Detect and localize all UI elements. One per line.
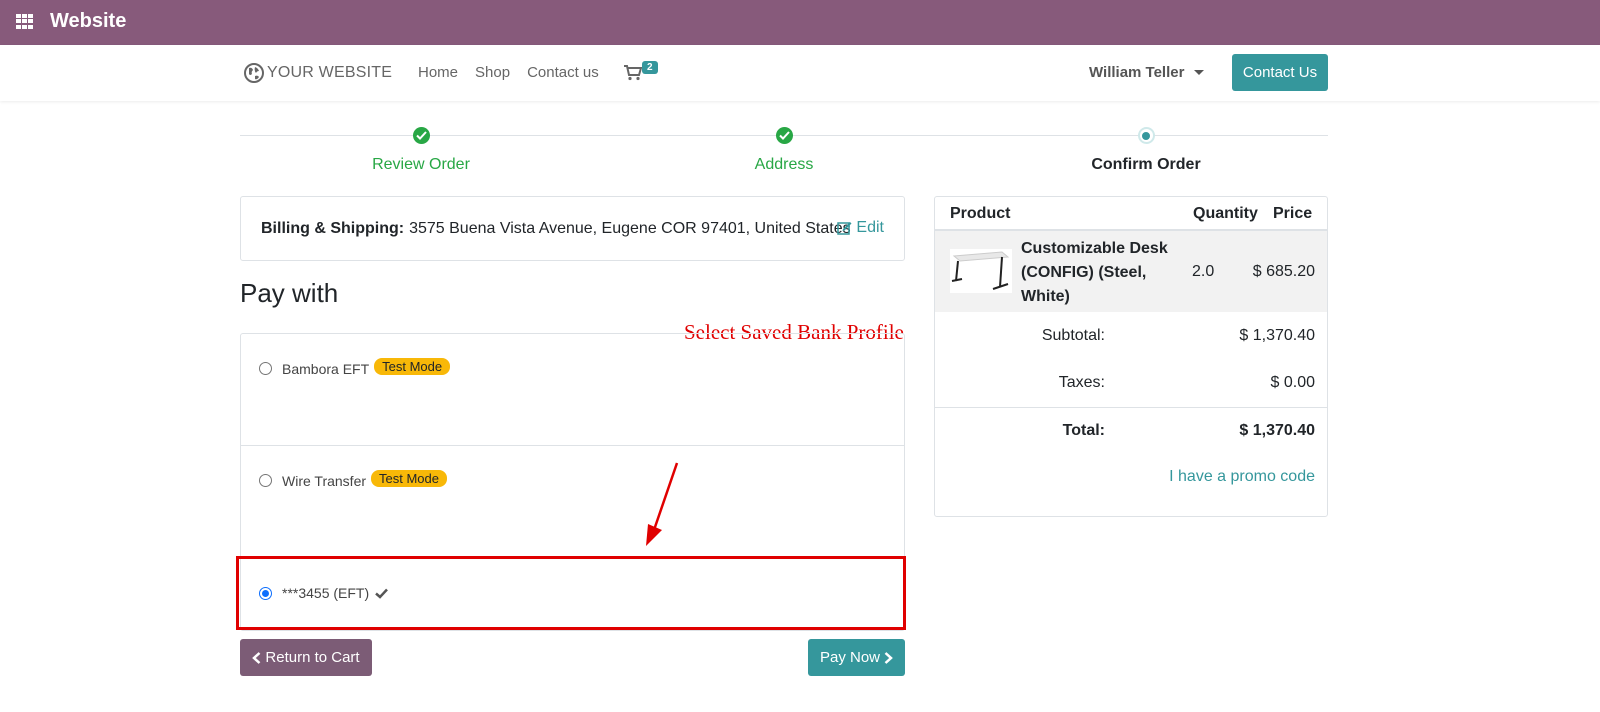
- payment-option-wire-transfer[interactable]: Wire Transfer Test Mode: [259, 470, 447, 489]
- test-mode-badge: Test Mode: [371, 470, 447, 487]
- billing-address: 3575 Buena Vista Avenue, Eugene COR 9740…: [409, 219, 851, 237]
- product-quantity: 2.0: [1192, 263, 1215, 280]
- billing-shipping-box: Billing & Shipping: 3575 Buena Vista Ave…: [240, 196, 905, 261]
- payment-option-label: Wire Transfer: [282, 472, 367, 489]
- annotation-arrow-icon: [646, 462, 679, 546]
- order-summary-header: Product Quantity Price: [935, 197, 1327, 231]
- chevron-left-icon: [252, 651, 261, 664]
- cart-link[interactable]: 2: [624, 61, 664, 85]
- order-line: Customizable Desk (CONFIG) (Steel, White…: [935, 231, 1327, 312]
- taxes-label: Taxes:: [1058, 374, 1105, 391]
- radio-button[interactable]: [259, 362, 272, 375]
- total-value: $ 1,370.40: [1239, 422, 1315, 439]
- nav-item-shop[interactable]: Shop: [475, 64, 510, 81]
- product-name[interactable]: Customizable Desk (CONFIG) (Steel, White…: [1021, 237, 1181, 309]
- pay-now-button[interactable]: Pay Now: [808, 639, 905, 676]
- step-label: Address: [754, 156, 814, 173]
- highlight-annotation-box: [236, 556, 906, 630]
- taxes-value: $ 0.00: [1270, 374, 1315, 391]
- promo-code-link[interactable]: I have a promo code: [1169, 468, 1315, 486]
- test-mode-badge: Test Mode: [374, 358, 451, 375]
- edit-label: Edit: [856, 219, 884, 236]
- site-header: YOUR WEBSITE Home Shop Contact us 2 Will…: [0, 45, 1600, 101]
- billing-label: Billing & Shipping:: [261, 219, 405, 237]
- payment-option-bambora[interactable]: Bambora EFT Test Mode: [259, 358, 451, 377]
- edit-icon: [837, 222, 852, 235]
- column-header-product: Product: [950, 205, 1011, 222]
- pay-with-heading: Pay with: [240, 278, 339, 308]
- product-price: $ 685.20: [1252, 263, 1315, 280]
- edit-address-link[interactable]: Edit: [837, 219, 884, 237]
- step-review-order[interactable]: Review Order: [271, 127, 571, 174]
- pay-now-label: Pay Now: [819, 649, 881, 666]
- cart-count-badge: 2: [642, 61, 658, 74]
- apps-grid-icon[interactable]: [16, 14, 33, 29]
- step-label: Confirm Order: [1091, 156, 1201, 173]
- active-step-icon: [1137, 127, 1155, 144]
- site-logo[interactable]: YOUR WEBSITE: [244, 61, 392, 85]
- radio-button[interactable]: [259, 474, 272, 487]
- return-to-cart-label: Return to Cart: [265, 649, 360, 666]
- divider: [935, 407, 1327, 408]
- product-image[interactable]: [950, 249, 1012, 293]
- shopping-cart-icon: [624, 65, 642, 81]
- step-confirm-order: Confirm Order: [996, 127, 1296, 174]
- globe-icon: [244, 63, 264, 83]
- contact-us-button[interactable]: Contact Us: [1232, 54, 1328, 91]
- chevron-down-icon: [1194, 70, 1205, 75]
- return-to-cart-button[interactable]: Return to Cart: [240, 639, 372, 676]
- column-header-price: Price: [1273, 205, 1313, 222]
- check-circle-icon: [412, 127, 430, 144]
- total-label: Total:: [1062, 422, 1105, 439]
- step-address[interactable]: Address: [634, 127, 934, 174]
- chevron-right-icon: [884, 651, 893, 664]
- column-header-quantity: Quantity: [1193, 205, 1258, 222]
- payment-option-row[interactable]: Bambora EFT Test Mode: [241, 334, 904, 446]
- main-nav: Home Shop Contact us: [418, 64, 616, 81]
- payment-option-label: Bambora EFT: [282, 360, 370, 377]
- check-circle-icon: [775, 127, 793, 144]
- app-title[interactable]: Website: [50, 10, 126, 33]
- nav-item-home[interactable]: Home: [418, 64, 458, 81]
- step-label: Review Order: [372, 156, 470, 173]
- user-name: William Teller: [1089, 64, 1185, 81]
- payment-option-row[interactable]: Wire Transfer Test Mode: [241, 446, 904, 558]
- user-menu[interactable]: William Teller: [1089, 64, 1205, 81]
- subtotal-label: Subtotal:: [1041, 327, 1105, 344]
- subtotal-value: $ 1,370.40: [1239, 327, 1315, 344]
- nav-item-contact[interactable]: Contact us: [527, 64, 599, 81]
- logo-text: YOUR WEBSITE: [267, 64, 393, 81]
- order-summary-card: Product Quantity Price Customizable Desk…: [934, 196, 1328, 517]
- app-bar: Website: [0, 0, 1600, 45]
